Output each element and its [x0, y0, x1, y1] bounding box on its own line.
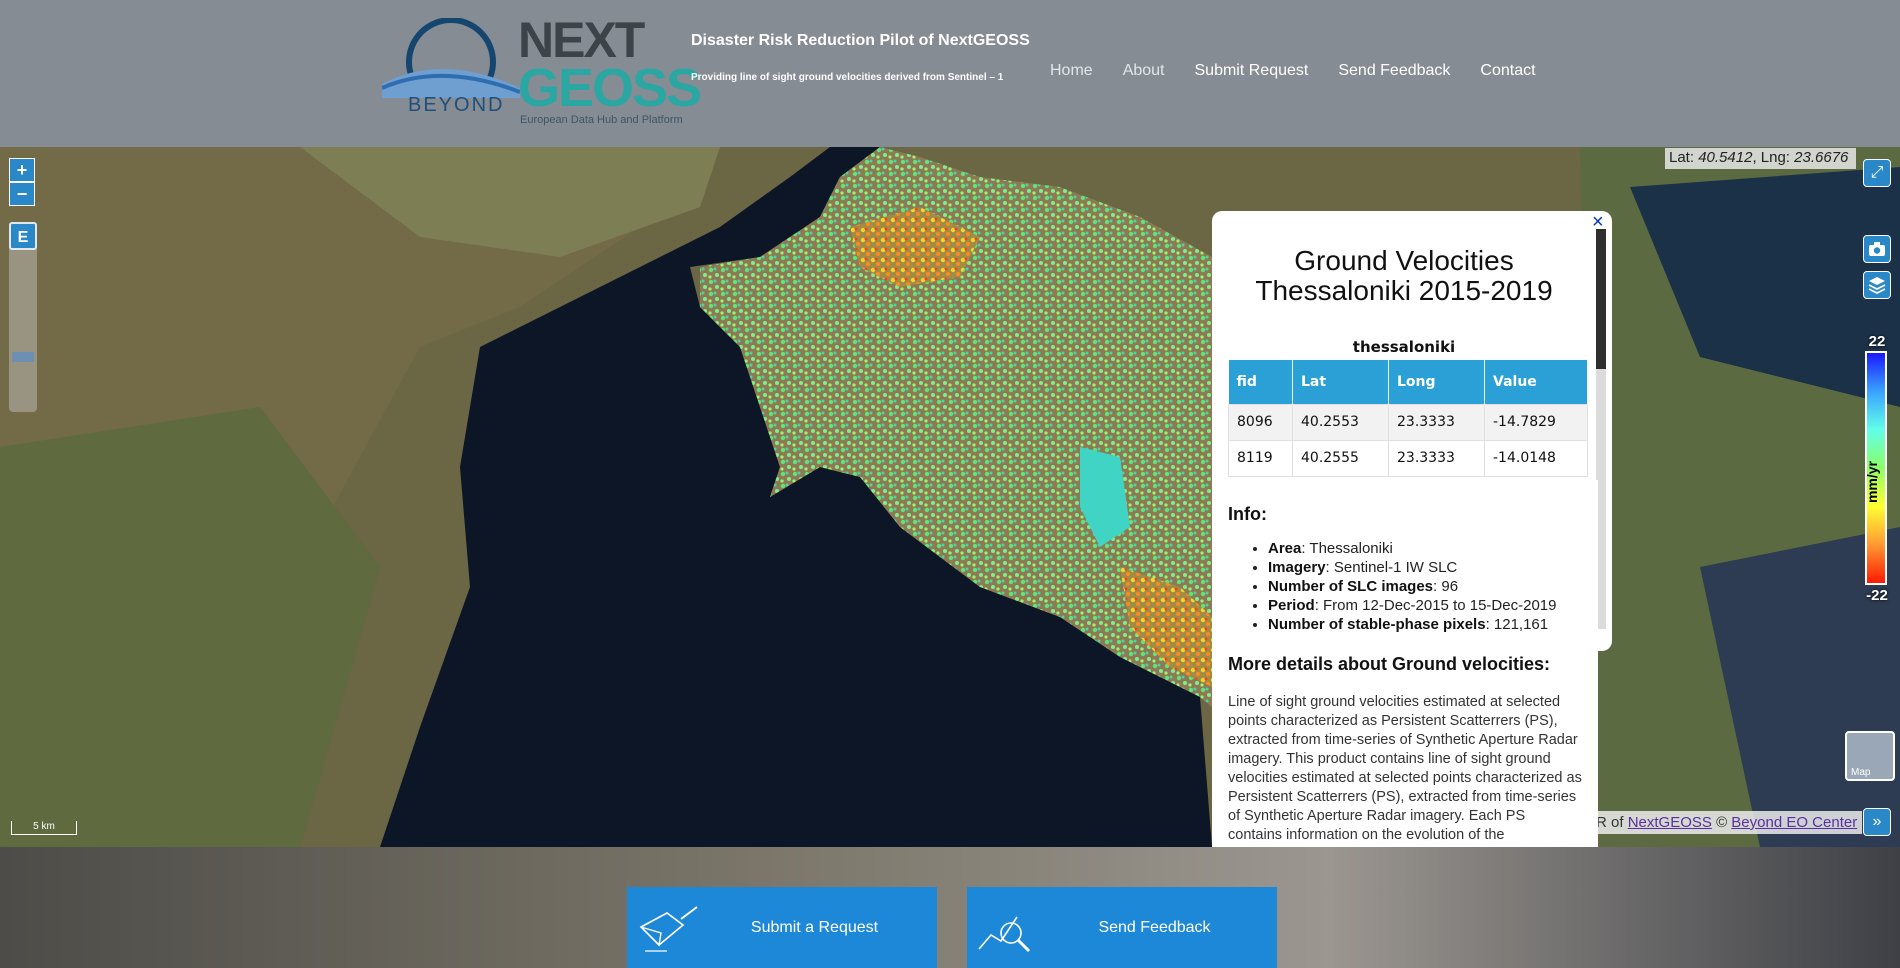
- info-key: Number of SLC images: [1268, 578, 1434, 595]
- opacity-slider-handle[interactable]: [12, 352, 34, 362]
- column-header-fid: fid: [1228, 360, 1293, 404]
- attribution-expand-button[interactable]: »: [1863, 808, 1891, 836]
- table-header-row: fid Lat Long Value: [1228, 360, 1588, 404]
- cell-lat: 40.2553: [1292, 403, 1389, 441]
- column-header-lat: Lat: [1292, 360, 1389, 404]
- table-row[interactable]: 8119 40.2555 23.3333 -14.0148: [1228, 439, 1588, 477]
- info-item-period: Period: From 12-Dec-2015 to 15-Dec-2019: [1268, 596, 1582, 615]
- beyond-logo-text: BEYOND: [408, 94, 505, 116]
- nextgeoss-logo-geoss: GEOSS: [518, 58, 702, 118]
- info-key: Number of stable-phase pixels: [1268, 616, 1486, 633]
- info-key: Area: [1268, 540, 1302, 557]
- column-header-value: Value: [1484, 360, 1588, 404]
- nextgeoss-logo-subtitle: European Data Hub and Platform: [520, 114, 683, 126]
- camera-icon: [1869, 242, 1885, 256]
- cell-value: -14.7829: [1484, 403, 1588, 441]
- coords-lat-label: Lat:: [1669, 149, 1695, 166]
- feature-table: fid Lat Long Value 8096 40.2553 23.3333 …: [1228, 360, 1588, 477]
- cell-long: 23.3333: [1388, 439, 1485, 477]
- info-list: Area: Thessaloniki Imagery: Sentinel-1 I…: [1268, 539, 1582, 634]
- info-value: : From 12-Dec-2015 to 15-Dec-2019: [1314, 597, 1557, 614]
- zoom-control: + −: [9, 158, 35, 206]
- cell-long: 23.3333: [1388, 403, 1485, 441]
- coords-lng-label: Lng:: [1760, 149, 1790, 166]
- double-chevron-right-icon: »: [1872, 813, 1882, 830]
- coords-lat-value: 40.5412: [1698, 149, 1753, 166]
- legend-max-label: 22: [1868, 333, 1886, 350]
- zoom-out-button[interactable]: −: [9, 182, 35, 206]
- submit-request-label: Submit a Request: [750, 919, 879, 936]
- screenshot-button[interactable]: [1863, 235, 1891, 263]
- nav-home[interactable]: Home: [1050, 62, 1093, 80]
- info-value: : 121,161: [1485, 616, 1549, 633]
- cell-lat: 40.2555: [1292, 439, 1389, 477]
- legend-unit-label: mm/yr: [1864, 461, 1880, 504]
- scale-label: 5 km: [33, 821, 55, 832]
- scale-bar: 5 km: [11, 821, 77, 835]
- info-item-stable-pixels: Number of stable-phase pixels: 121,161: [1268, 615, 1582, 634]
- popup-title: Ground Velocities Thessaloniki 2015-2019: [1212, 246, 1596, 306]
- info-value: : Sentinel-1 IW SLC: [1325, 559, 1458, 576]
- info-item-area: Area: Thessaloniki: [1268, 539, 1582, 558]
- map-attribution: R of NextGEOSS © Beyond EO Center: [1586, 811, 1862, 834]
- details-text: Line of sight ground velocities estimate…: [1228, 694, 1582, 862]
- zoom-in-button[interactable]: +: [9, 158, 35, 182]
- nextgeoss-logo[interactable]: NEXT GEOSS European Data Hub and Platfor…: [518, 14, 702, 130]
- site-header: BEYOND NEXT GEOSS European Data Hub and …: [0, 0, 1900, 147]
- coords-lng-value: 23.6676: [1794, 149, 1849, 166]
- info-key: Period: [1268, 597, 1315, 614]
- nav-submit-request[interactable]: Submit Request: [1195, 62, 1309, 80]
- cursor-coordinates: Lat: 40.5412, Lng: 23.6676: [1665, 148, 1856, 169]
- main-nav: Home About Submit Request Send Feedback …: [1050, 62, 1566, 80]
- layers-icon: [1868, 277, 1886, 295]
- basemap-switcher[interactable]: Map: [1845, 731, 1895, 781]
- table-row[interactable]: 8096 40.2553 23.3333 -14.7829: [1228, 403, 1588, 441]
- table-caption: thessaloniki: [1352, 338, 1456, 356]
- minimap-label: Map: [1851, 767, 1871, 778]
- popup-title-line1: Ground Velocities: [1294, 245, 1514, 276]
- layers-button[interactable]: [1863, 271, 1891, 299]
- velocity-legend: 22 mm/yr -22: [1860, 333, 1894, 623]
- popup-scrollbar-thumb[interactable]: [1596, 229, 1606, 369]
- nav-about[interactable]: About: [1123, 62, 1165, 80]
- cell-fid: 8119: [1228, 439, 1293, 477]
- beyond-logo[interactable]: BEYOND: [381, 17, 521, 122]
- layer-toggle-button[interactable]: E: [9, 222, 37, 250]
- site-title: Disaster Risk Reduction Pilot of NextGEO…: [691, 32, 1030, 49]
- info-heading: Info:: [1228, 504, 1267, 524]
- expand-icon: ⤢: [1870, 164, 1884, 181]
- bottom-banner: [0, 847, 1900, 968]
- info-value: : 96: [1433, 578, 1459, 595]
- info-item-slc-images: Number of SLC images: 96: [1268, 577, 1582, 596]
- nav-contact[interactable]: Contact: [1480, 62, 1535, 80]
- satellite-basemap: [0, 147, 1900, 847]
- send-feedback-button[interactable]: Send Feedback: [967, 887, 1277, 968]
- attribution-link-beyond[interactable]: Beyond EO Center: [1731, 814, 1857, 831]
- layer-opacity-control: E: [9, 222, 37, 412]
- site-subtitle: Providing line of sight ground velocitie…: [691, 72, 1004, 83]
- info-key: Imagery: [1268, 559, 1326, 576]
- details-heading: More details about Ground velocities:: [1228, 654, 1551, 674]
- attribution-link-nextgeoss[interactable]: NextGEOSS: [1628, 814, 1712, 831]
- popup-title-line2: Thessaloniki 2015-2019: [1255, 275, 1553, 306]
- nav-send-feedback[interactable]: Send Feedback: [1338, 62, 1450, 80]
- legend-min-label: -22: [1866, 587, 1888, 604]
- beyond-logo-icon: [381, 17, 521, 107]
- cell-fid: 8096: [1228, 403, 1293, 441]
- attribution-copyright: ©: [1716, 814, 1728, 831]
- cell-value: -14.0148: [1484, 439, 1588, 477]
- column-header-long: Long: [1388, 360, 1485, 404]
- info-item-imagery: Imagery: Sentinel-1 IW SLC: [1268, 558, 1582, 577]
- send-feedback-label: Send Feedback: [1098, 919, 1211, 936]
- submit-request-button[interactable]: Submit a Request: [627, 887, 937, 968]
- attribution-prefix: R of: [1596, 814, 1624, 831]
- info-value: : Thessaloniki: [1301, 540, 1393, 557]
- map-view[interactable]: + − E Lat: 40.5412, Lng: 23.6676 ⤢ 22 mm…: [0, 147, 1900, 847]
- fullscreen-button[interactable]: ⤢: [1863, 159, 1891, 187]
